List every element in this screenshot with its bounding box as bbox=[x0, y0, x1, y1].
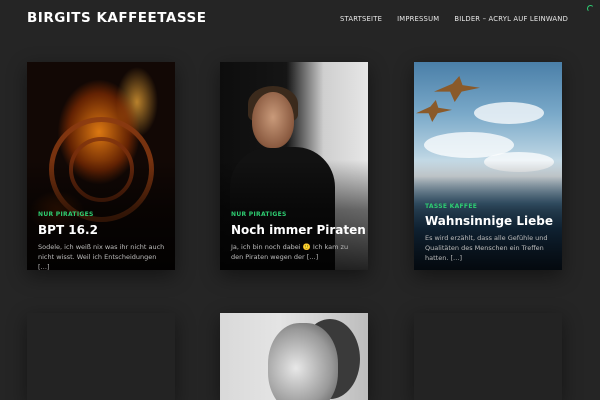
eagle-shape bbox=[434, 76, 480, 102]
eagle-shape bbox=[416, 100, 452, 122]
post-category[interactable]: NUR PIRATIGES bbox=[38, 211, 94, 218]
post-category[interactable]: TASSE KAFFEE bbox=[425, 203, 477, 210]
post-thumbnail[interactable] bbox=[220, 313, 368, 400]
nav-item-bilder[interactable]: BILDER – ACRYL AUF LEINWAND bbox=[454, 15, 568, 23]
post-card[interactable]: NUR PIRATIGES BPT 16.2 Sodele, ich weiß … bbox=[27, 62, 175, 270]
post-card[interactable]: TASSE KAFFEE Wahnsinnige Liebe Es wird e… bbox=[414, 62, 562, 270]
nav-item-impressum[interactable]: IMPRESSUM bbox=[397, 15, 439, 23]
post-card[interactable] bbox=[27, 313, 175, 400]
nav-item-startseite[interactable]: STARTSEITE bbox=[340, 15, 382, 23]
post-excerpt: Es wird erzählt, dass alle Gefühle und Q… bbox=[425, 234, 548, 262]
post-title[interactable]: Noch immer Piraten bbox=[231, 223, 366, 237]
cloud-shape bbox=[474, 102, 544, 124]
post-excerpt: Ja, ich bin noch dabei 🙂 Ich kam zu den … bbox=[231, 243, 349, 261]
loading-spinner-icon bbox=[587, 5, 594, 12]
post-excerpt: Sodele, ich weiß nix was ihr nicht auch … bbox=[38, 243, 165, 270]
main-navigation: STARTSEITE IMPRESSUM BILDER – ACRYL AUF … bbox=[340, 15, 568, 23]
post-card[interactable] bbox=[414, 313, 562, 400]
post-title[interactable]: BPT 16.2 bbox=[38, 223, 98, 237]
post-card[interactable]: NUR PIRATIGES Noch immer Piraten Ja, ich… bbox=[220, 62, 368, 270]
person-face-shape bbox=[268, 323, 338, 400]
post-title[interactable]: Wahnsinnige Liebe bbox=[425, 214, 553, 228]
site-header: BIRGITS KAFFEETASSE STARTSEITE IMPRESSUM… bbox=[0, 0, 600, 40]
site-title[interactable]: BIRGITS KAFFEETASSE bbox=[27, 10, 206, 26]
post-category[interactable]: NUR PIRATIGES bbox=[231, 211, 287, 218]
person-face-shape bbox=[252, 92, 294, 148]
post-card[interactable] bbox=[220, 313, 368, 400]
